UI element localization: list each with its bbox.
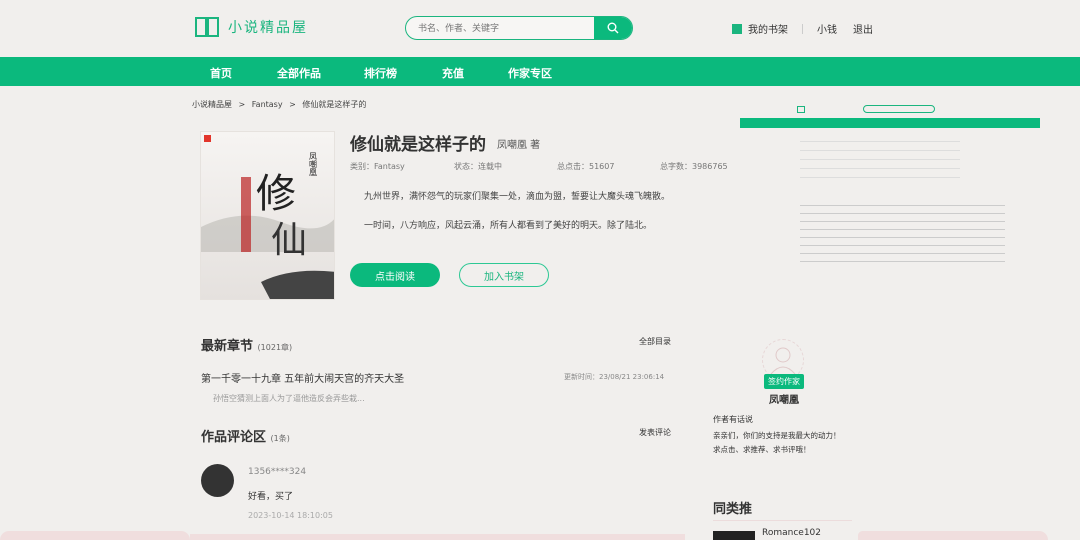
breadcrumb-sep: > <box>289 100 296 109</box>
all-chapters-link[interactable]: 全部目录 <box>639 336 671 347</box>
breadcrumb-home[interactable]: 小说精品屋 <box>192 100 232 109</box>
author-note-1: 亲亲们，你们的支持是我最大的动力！ <box>713 431 841 440</box>
divider <box>802 23 803 34</box>
breadcrumb: 小说精品屋 > Fantasy > 修仙就是这样子的 <box>192 99 366 110</box>
site-name: 小说精品屋 <box>228 20 308 36</box>
post-comment-link[interactable]: 发表评论 <box>639 427 671 438</box>
search-button[interactable] <box>594 17 632 39</box>
nav-home[interactable]: 首页 <box>210 65 232 81</box>
footer-band <box>858 531 1048 540</box>
book-desc-1: 九州世界，满怀怨气的玩家们聚集一处，滴血为盟，誓要让大魔头魂飞魄散。 <box>364 192 671 202</box>
divider <box>713 520 852 521</box>
comment-user: 1356****324 <box>248 467 307 477</box>
similar-books-title: 同类推 <box>713 502 753 517</box>
site-logo[interactable]: 小说精品屋 <box>194 16 308 38</box>
comment-count: (1条) <box>270 434 290 443</box>
breadcrumb-category[interactable]: Fantasy <box>252 100 283 109</box>
add-to-shelf-button[interactable]: 加入书架 <box>459 263 549 287</box>
main-nav: 首页 全部作品 排行榜 充值 作家专区 <box>0 57 1080 86</box>
logout-link[interactable]: 退出 <box>853 21 873 36</box>
bookshelf-icon <box>732 23 742 34</box>
comment-text: 好看，买了 <box>248 492 294 502</box>
chapter-count: (1021章) <box>257 343 293 352</box>
latest-chapters-heading: 最新章节 (1021章) <box>201 335 292 354</box>
book-icon <box>195 17 219 37</box>
comment-time: 2023-10-14 18:10:05 <box>248 511 333 520</box>
comments-heading: 作品评论区 (1条) <box>201 426 290 445</box>
breadcrumb-current: 修仙就是这样子的 <box>302 100 367 109</box>
bookshelf-link[interactable]: 我的书架 <box>748 21 788 36</box>
breadcrumb-sep: > <box>238 100 246 109</box>
book-desc-2: 一时间，八方响应，风起云涌，所有人都看到了美好的明天。除了陆北。 <box>364 221 653 231</box>
book-cover[interactable]: 修 仙 凤嘲凰 <box>200 131 335 300</box>
book-title: 修仙就是这样子的 <box>350 135 486 155</box>
author-notes-title: 作者有话说 <box>713 415 753 424</box>
latest-chapter-link[interactable]: 第一千零一十九章 五年前大闹天宫的齐天大圣 <box>201 370 404 385</box>
nav-all-works[interactable]: 全部作品 <box>277 65 321 81</box>
sidebar-author-name[interactable]: 凤嘲凰 <box>769 391 799 406</box>
search-icon <box>607 22 619 34</box>
cover-art: 修 仙 凤嘲凰 <box>201 135 334 299</box>
similar-book-cover[interactable] <box>713 531 755 540</box>
footer-band <box>0 531 190 540</box>
book-words: 总字数：3986765 <box>660 162 728 171</box>
book-clicks: 总点击：51607 <box>557 162 615 171</box>
header: 小说精品屋 我的书架 小钱 退出 <box>0 0 1080 57</box>
chapter-update-time: 更新时间：23/08/21 23:06:14 <box>564 373 665 381</box>
latest-chapters-title: 最新章节 <box>201 339 254 354</box>
signed-author-badge: 签约作家 <box>764 374 804 389</box>
user-link[interactable]: 小钱 <box>817 21 837 36</box>
nav-recharge[interactable]: 充值 <box>442 65 464 81</box>
footer-band <box>190 534 685 540</box>
similar-book-title[interactable]: Romance102 <box>762 528 821 538</box>
chapter-preview: 孙悟空猜测上面人为了逼他造反会弄些栽... <box>213 394 365 403</box>
commenter-avatar <box>201 464 234 497</box>
book-author[interactable]: 凤嘲凰 著 <box>497 136 540 151</box>
comments-title: 作品评论区 <box>201 430 267 445</box>
svg-text:凤嘲凰: 凤嘲凰 <box>309 152 318 177</box>
nav-ranking[interactable]: 排行榜 <box>364 65 397 81</box>
search-input[interactable] <box>406 17 594 39</box>
book-status: 状态：连载中 <box>454 162 502 171</box>
svg-text:仙: 仙 <box>271 220 307 261</box>
search-bar <box>405 16 633 40</box>
author-note-2: 求点击、求推荐、求书评哦！ <box>713 445 811 454</box>
nav-author-zone[interactable]: 作家专区 <box>508 65 552 81</box>
book-category: 类别：Fantasy <box>350 162 405 171</box>
read-button[interactable]: 点击阅读 <box>350 263 440 287</box>
svg-text:修: 修 <box>256 171 296 217</box>
page-thumbnail <box>740 95 1040 270</box>
